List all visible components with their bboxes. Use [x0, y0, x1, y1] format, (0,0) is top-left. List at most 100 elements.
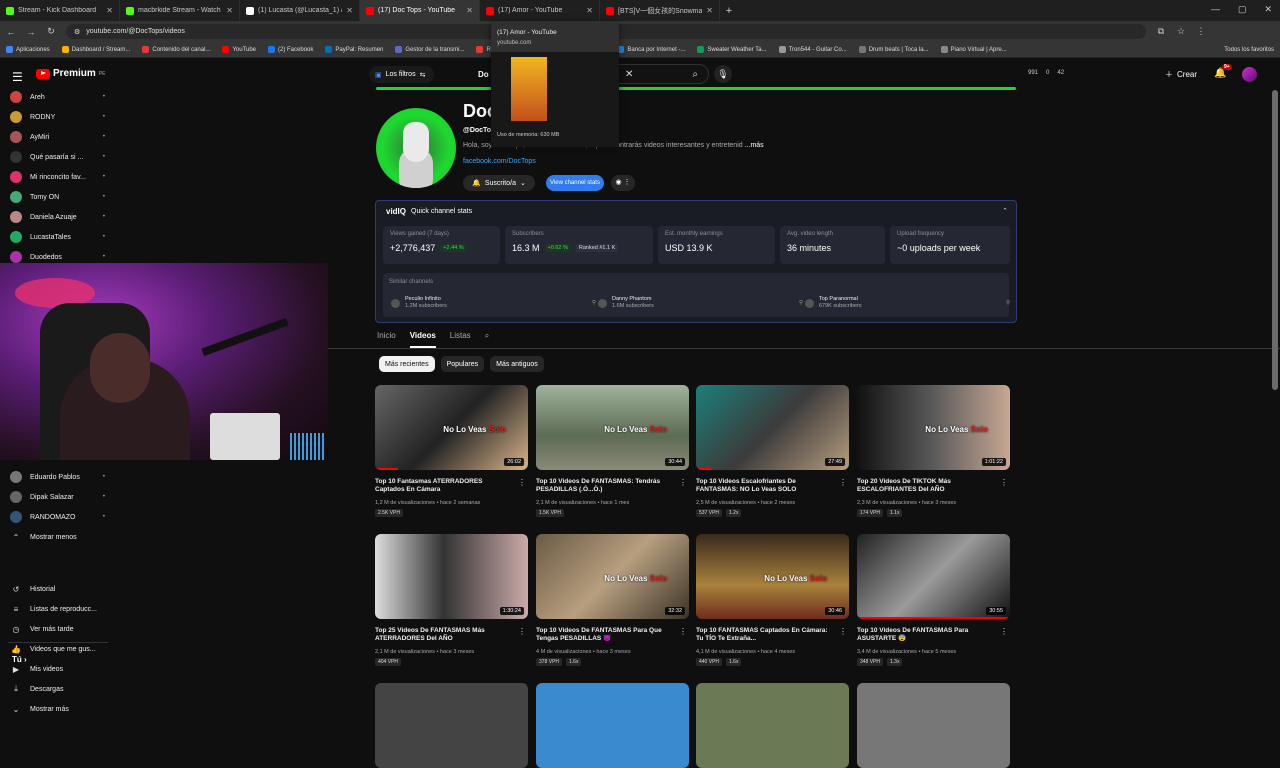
sidebar-item-thumbs-up[interactable]: 👍 Videos que me gus... — [10, 642, 105, 656]
video-title[interactable]: Top 20 Videos De TIKTOK Más ESCALOFRIANT… — [857, 478, 1010, 496]
video-card[interactable] — [696, 683, 849, 768]
search-icon[interactable]: ⌕ — [692, 69, 698, 80]
sidebar-item-history[interactable]: ↺ Historial — [10, 582, 105, 596]
close-tab-icon[interactable]: ✕ — [586, 6, 593, 15]
video-card[interactable]: No Lo Veas Solo 1:01:22 Top 20 Videos De T… — [857, 385, 1010, 517]
more-options-icon[interactable]: ⋮ — [518, 627, 526, 636]
filters-button[interactable]: ▣ Los filtros ⇆ — [369, 66, 434, 83]
video-title[interactable]: Top 10 FANTASMAS Captados En Cámara: Tu … — [696, 627, 849, 645]
reload-icon[interactable]: ↻ — [46, 26, 56, 37]
video-card[interactable]: 30:55 Top 10 Videos De FANTASMAS Para ASU… — [857, 534, 1010, 666]
extensions-icon[interactable]: ⧉ — [1156, 26, 1166, 37]
video-thumbnail[interactable] — [696, 683, 849, 768]
add-user-icon[interactable]: ⚲ — [1006, 300, 1010, 306]
sidebar-subscription[interactable]: Duodedos • — [10, 250, 105, 264]
bookmark-star-icon[interactable]: ☆ — [1176, 26, 1186, 37]
video-title[interactable]: Top 25 Videos De FANTASMAS Más ATERRADOR… — [375, 627, 528, 645]
minimize-icon[interactable]: — — [1211, 4, 1220, 15]
video-card[interactable] — [536, 683, 689, 768]
similar-channel[interactable]: Top Paranormal 679K subscribers ⚲ — [805, 295, 1010, 311]
menu-icon[interactable]: ☰ — [12, 70, 23, 84]
extension-menu-button[interactable]: ◉ ⋮ — [611, 175, 635, 191]
sidebar-subscription[interactable]: RODNY • — [10, 110, 105, 124]
video-thumbnail[interactable] — [536, 683, 689, 768]
sort-chip[interactable]: Populares — [440, 356, 485, 372]
sidebar-item-clock[interactable]: ◷ Ver más tarde — [10, 622, 105, 636]
sidebar-subscription[interactable]: Mi rinconcito fav... • — [10, 170, 105, 184]
similar-channel[interactable]: Peculio Infinito 1.2M subscribers ⚲ — [391, 295, 596, 311]
bookmark-item[interactable]: Aplicaciones — [6, 46, 50, 53]
video-thumbnail[interactable]: 30:55 — [857, 534, 1010, 619]
video-thumbnail[interactable]: No Lo Veas Solo 1:01:22 — [857, 385, 1010, 470]
bookmark-item[interactable]: Drum beats | Toca la... — [858, 46, 929, 53]
browser-tab[interactable]: (17) Doc Tops - YouTube ✕ — [360, 0, 480, 21]
video-title[interactable]: Top 10 Fantasmas ATERRADORES Captados En… — [375, 478, 528, 496]
browser-tab[interactable]: [BTS]V一個女孩的Snowman翻✕ — [600, 0, 720, 21]
video-thumbnail[interactable]: 27:49 — [696, 385, 849, 470]
similar-channel[interactable]: Danny Phantom 1.6M subscribers ⚲ — [598, 295, 803, 311]
more-options-icon[interactable]: ⋮ — [518, 478, 526, 487]
bookmark-item[interactable]: Dashboard / Stream... — [61, 46, 130, 53]
tab-inicio[interactable]: Inicio — [377, 331, 396, 348]
video-card[interactable] — [375, 683, 528, 768]
video-card[interactable]: No Lo Veas Solo 30:46 Top 10 FANTASMAS Cap… — [696, 534, 849, 666]
page-scrollbar[interactable] — [1272, 90, 1278, 390]
add-user-icon[interactable]: ⚲ — [592, 300, 596, 306]
sidebar-subscription[interactable]: LucastaTales • — [10, 230, 105, 244]
channel-link[interactable]: facebook.com/DocTops — [463, 158, 536, 165]
show-less-button[interactable]: ⌃ Mostrar menos — [10, 530, 105, 544]
sidebar-item-playlist[interactable]: ≡ Listas de reproducc... — [10, 602, 105, 616]
video-title[interactable]: Top 10 Videos De FANTASMAS Para Que Teng… — [536, 627, 689, 645]
sidebar-subscription[interactable]: Qué pasaría si ... • — [10, 150, 105, 164]
video-title[interactable]: Top 10 Videos Escalofriantes De FANTASMA… — [696, 478, 849, 496]
sidebar-subscription[interactable]: AyMiri • — [10, 130, 105, 144]
sidebar-subscription[interactable]: Areh • — [10, 90, 105, 104]
bookmark-item[interactable]: Sweater Weather Ta... — [697, 46, 767, 53]
voice-search-icon[interactable]: 🎙 — [714, 65, 732, 83]
browser-tab[interactable]: (1) Lucasta (@Lucasta_1) / X ✕ — [240, 0, 360, 21]
video-thumbnail[interactable]: No Lo Veas Solo 30:46 — [696, 534, 849, 619]
new-tab-icon[interactable]: + — [720, 5, 738, 17]
bookmark-item[interactable]: Tron544 - Guitar Co... — [778, 46, 847, 53]
sidebar-subscription[interactable]: Eduardo Pablos • — [10, 470, 105, 484]
more-options-icon[interactable]: ⋮ — [839, 478, 847, 487]
back-icon[interactable]: ← — [6, 27, 16, 37]
browser-tab[interactable]: Stream - Kick Dashboard ✕ — [0, 0, 120, 21]
collapse-icon[interactable]: ⌃ — [1002, 207, 1008, 215]
bookmark-item[interactable]: Gestor de la transmi... — [395, 46, 464, 53]
clear-search-icon[interactable]: ✕ — [625, 69, 633, 80]
video-thumbnail[interactable]: 1:30:24 — [375, 534, 528, 619]
notifications-icon[interactable]: 🔔 9+ — [1214, 64, 1232, 79]
sort-chip[interactable]: Más antiguos — [490, 356, 544, 372]
sidebar-subscription[interactable]: Tomy ON • — [10, 190, 105, 204]
forward-icon[interactable]: → — [26, 27, 36, 37]
maximize-icon[interactable]: ▢ — [1238, 4, 1247, 15]
site-info-icon[interactable]: ⚙ — [74, 28, 80, 36]
sidebar-subscription[interactable]: RANDOMAZO • — [10, 510, 105, 524]
bookmark-item[interactable]: (2) Facebook — [268, 46, 313, 53]
tab-videos[interactable]: Videos — [409, 331, 436, 348]
video-thumbnail[interactable]: No Lo Veas Solo 30:44 — [536, 385, 689, 470]
video-title[interactable]: Top 10 Videos De FANTASMAS Para ASUSTART… — [857, 627, 1010, 645]
add-user-icon[interactable]: ⚲ — [799, 300, 803, 306]
sidebar-item-chevron-down[interactable]: ⌄ Mostrar más — [10, 702, 105, 716]
close-tab-icon[interactable]: ✕ — [466, 6, 473, 15]
create-button[interactable]: ＋ Crear — [1165, 66, 1197, 83]
bookmark-item[interactable]: YouTube — [222, 46, 256, 53]
browser-tab[interactable]: (17) Amor - YouTube ✕ — [480, 0, 600, 21]
close-tab-icon[interactable]: ✕ — [106, 6, 113, 15]
channel-search-icon[interactable]: ⌕ — [485, 331, 489, 348]
close-tab-icon[interactable]: ✕ — [346, 6, 353, 15]
video-thumbnail[interactable]: No Lo Veas Solo 26:02 — [375, 385, 528, 470]
more-options-icon[interactable]: ⋮ — [679, 478, 687, 487]
channel-avatar[interactable] — [376, 108, 456, 188]
bookmark-item[interactable]: PayPal: Resumen — [325, 46, 383, 53]
sidebar-item-download[interactable]: ⤓ Descargas — [10, 682, 105, 696]
tab-listas[interactable]: Listas — [450, 331, 471, 348]
close-tab-icon[interactable]: ✕ — [706, 6, 713, 15]
all-bookmarks[interactable]: Todos los favoritos — [1224, 47, 1274, 53]
sidebar-subscription[interactable]: Dipak Salazar • — [10, 490, 105, 504]
browser-menu-icon[interactable]: ⋮ — [1196, 26, 1206, 37]
more-options-icon[interactable]: ⋮ — [839, 627, 847, 636]
video-card[interactable]: 27:49 Top 10 Videos Escalofriantes De FAN… — [696, 385, 849, 517]
